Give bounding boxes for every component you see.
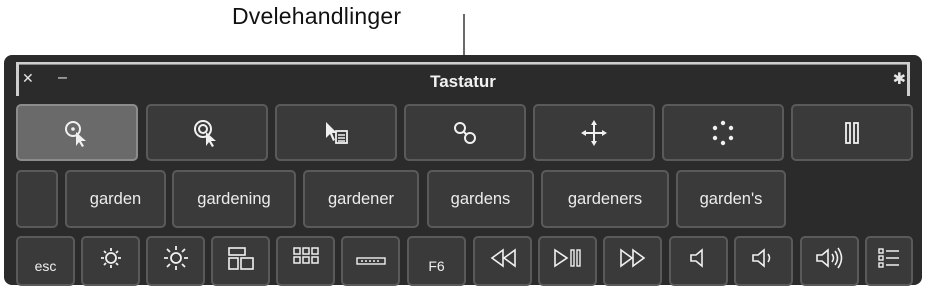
volume-up-key[interactable] [800,236,859,286]
volume-down-icon [751,248,770,268]
dwell-drag-drop-button[interactable] [404,104,526,161]
play-pause-icon [553,248,581,268]
suggestion-label: gardens [450,189,511,208]
keyboard-illumination-icon [355,257,386,265]
esc-key[interactable]: esc [16,236,75,286]
context-menu-icon [326,121,348,144]
title-bar: ✕ – Tastatur ✱ [18,66,908,94]
callout-label: Dvelehandlinger [232,3,402,29]
suggestion-garden[interactable]: garden [65,170,166,228]
esc-label: esc [34,258,57,274]
volume-up-icon [815,247,842,269]
dwell-context-menu-button[interactable] [275,104,397,161]
scroll-menu-icon [581,119,607,146]
bracket-top [16,62,910,65]
keyboard-illumination-key[interactable] [341,236,400,286]
dwell-double-click-button[interactable] [146,104,268,161]
suggestion-label: gardeners [567,189,643,208]
window-title: Tastatur [430,72,496,91]
f6-key[interactable]: F6 [407,236,466,286]
mute-icon [689,248,703,268]
play-pause-key[interactable] [538,236,597,286]
rewind-icon [490,248,516,268]
suggestion-label: gardening [197,189,271,208]
suggestion-gardens[interactable]: gardens [427,170,534,228]
suggestion-label: gardener [327,189,395,208]
f6-label: F6 [428,258,445,274]
brightness-down-icon [100,248,121,268]
position-icon [712,120,734,145]
suggestion-label: garden's [699,189,763,208]
dwell-pause-button[interactable] [791,104,913,161]
mission-control-icon [227,247,254,270]
drag-drop-icon [454,121,476,144]
fast-forward-key[interactable] [603,236,662,286]
left-click-icon [65,120,86,147]
menu-list-key[interactable] [865,236,913,286]
gear-icon[interactable]: ✱ [893,69,906,89]
mission-control-key[interactable] [211,236,270,286]
suggestion-label: garden [89,189,142,208]
mute-key[interactable] [669,236,728,286]
suggestion-gardeners[interactable]: gardeners [541,170,669,228]
double-click-icon [194,119,216,147]
brightness-up-icon [163,246,188,270]
dwell-left-click-button[interactable] [16,104,138,161]
suggestion-gardener[interactable]: gardener [303,170,419,228]
dwell-scroll-menu-button[interactable] [533,104,655,161]
launchpad-key[interactable] [276,236,335,286]
brightness-up-key[interactable] [146,236,205,286]
suggestion-blank-key[interactable] [16,170,58,228]
launchpad-icon [292,247,319,264]
suggestion-gardening[interactable]: gardening [172,170,296,228]
suggestion-gardens-possessive[interactable]: garden's [676,170,786,228]
brightness-down-key[interactable] [81,236,140,286]
volume-down-key[interactable] [734,236,793,286]
rewind-key[interactable] [473,236,532,286]
menu-list-icon [878,248,899,268]
pause-icon [845,121,859,144]
dwell-position-button[interactable] [662,104,784,161]
fast-forward-icon [619,248,645,268]
